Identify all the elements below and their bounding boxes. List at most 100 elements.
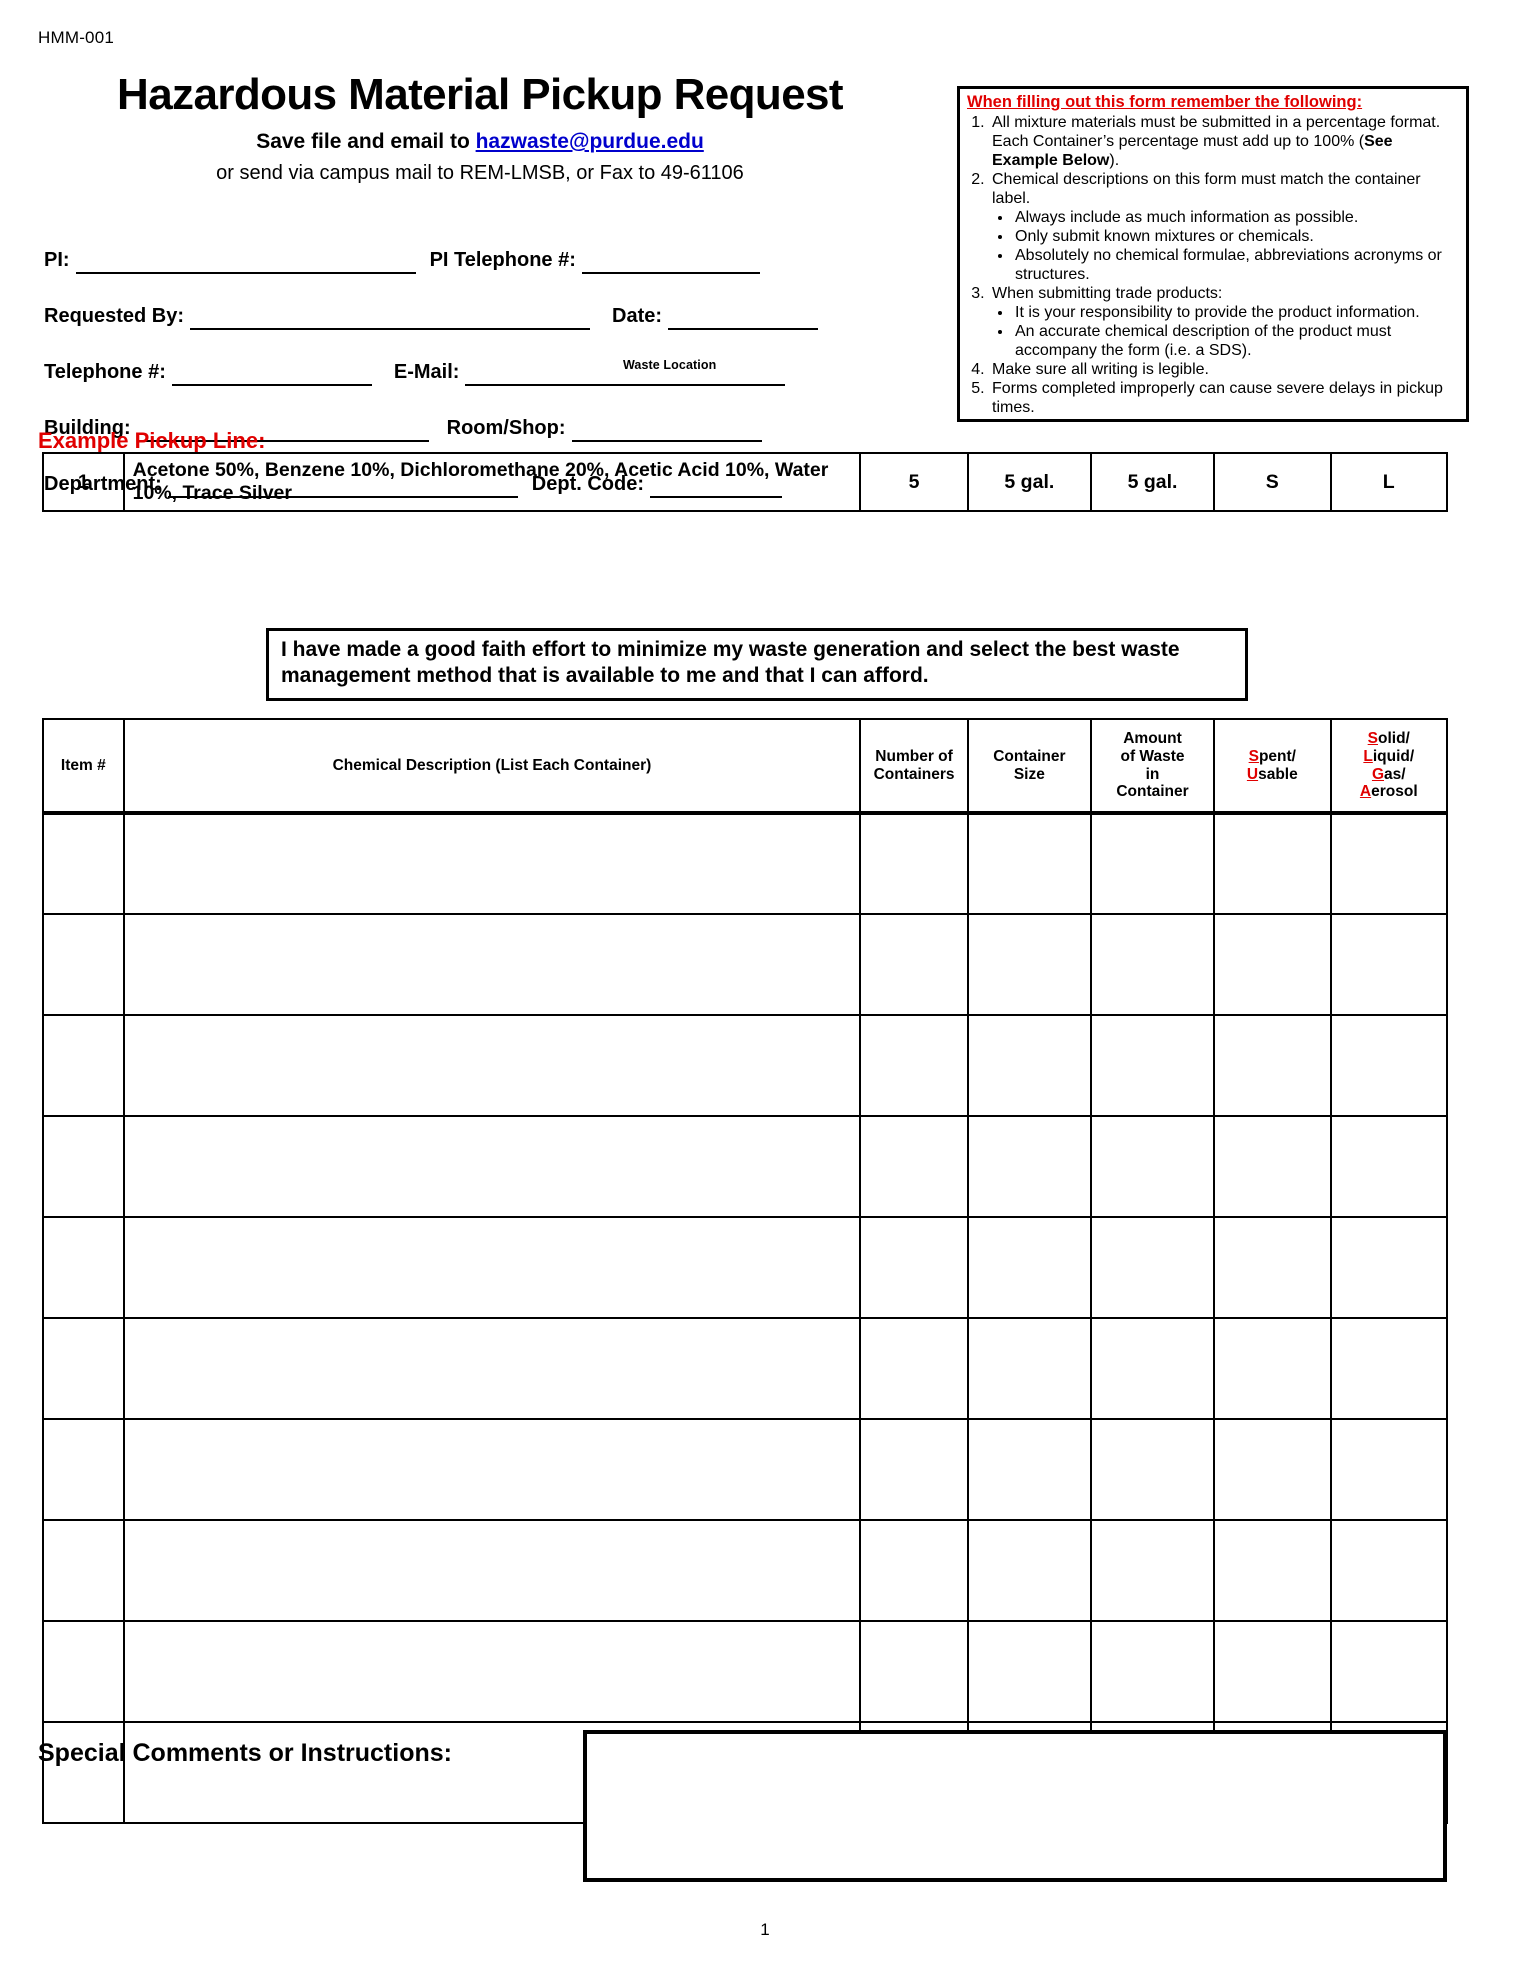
row-spent-usable[interactable] <box>1213 913 1332 1016</box>
row-amount-of-waste[interactable] <box>1089 1317 1216 1420</box>
table-row <box>42 1620 1449 1723</box>
row-container-size[interactable] <box>966 1317 1092 1420</box>
row-solid-liquid-gas-aerosol[interactable] <box>1329 1115 1449 1218</box>
row-amount-of-waste[interactable] <box>1089 1519 1216 1622</box>
row-number-of-containers[interactable] <box>859 1216 969 1319</box>
row-item-number[interactable] <box>42 1620 125 1723</box>
header-number-of-containers-line2: Containers <box>873 765 955 783</box>
row-spent-usable[interactable] <box>1213 812 1332 915</box>
header-container-size-line1: Container <box>993 747 1066 765</box>
row-spent-usable[interactable] <box>1213 1418 1332 1521</box>
row-spent-usable[interactable] <box>1213 1519 1332 1622</box>
requested-by-input[interactable] <box>190 302 591 330</box>
telephone-input[interactable] <box>171 358 372 386</box>
email-instruction-prefix: Save file and email to <box>256 130 476 154</box>
header-usable-initial: U <box>1246 765 1259 783</box>
row-amount-of-waste[interactable] <box>1089 1620 1216 1723</box>
instruction-2-bullet-2: Only submit known mixtures or chemicals. <box>1013 227 1459 246</box>
instruction-2-text: Chemical descriptions on this form must … <box>992 171 1421 208</box>
header-aerosol-initial: A <box>1359 783 1372 801</box>
row-item-number[interactable] <box>42 1721 125 1824</box>
pi-telephone-input[interactable] <box>581 246 760 274</box>
row-item-number[interactable] <box>42 1418 125 1521</box>
row-item-number[interactable] <box>42 1115 125 1218</box>
row-container-size[interactable] <box>966 913 1092 1016</box>
row-amount-of-waste[interactable] <box>1089 913 1216 1016</box>
table-row <box>42 1519 1449 1622</box>
header-container-size: Container Size <box>966 718 1092 815</box>
instruction-item-4: Make sure all writing is legible. <box>989 360 1459 379</box>
row-solid-liquid-gas-aerosol[interactable] <box>1329 1216 1449 1319</box>
row-container-size[interactable] <box>966 1216 1092 1319</box>
row-number-of-containers[interactable] <box>859 1519 969 1622</box>
pi-label: PI: <box>44 249 70 271</box>
row-number-of-containers[interactable] <box>859 1620 969 1723</box>
row-container-size[interactable] <box>966 1014 1092 1117</box>
row-number-of-containers[interactable] <box>859 1115 969 1218</box>
waste-location-note: Waste Location <box>623 358 717 372</box>
row-item-number[interactable] <box>42 1216 125 1319</box>
header-liquid-rest: iquid/ <box>1372 747 1415 765</box>
form-code: HMM-001 <box>38 28 115 47</box>
header-amount-line4: Container <box>1116 783 1189 801</box>
example-container-size: 5 gal. <box>966 452 1092 512</box>
row-spent-usable[interactable] <box>1213 1317 1332 1420</box>
row-chemical-description[interactable] <box>122 913 862 1016</box>
row-container-size[interactable] <box>966 1115 1092 1218</box>
row-chemical-description[interactable] <box>122 1115 862 1218</box>
row-chemical-description[interactable] <box>122 1317 862 1420</box>
row-chemical-description[interactable] <box>122 1014 862 1117</box>
row-solid-liquid-gas-aerosol[interactable] <box>1329 913 1449 1016</box>
header-amount-line3: in <box>1145 765 1160 783</box>
pi-input[interactable] <box>75 246 416 274</box>
row-number-of-containers[interactable] <box>859 1418 969 1521</box>
row-chemical-description[interactable] <box>122 1216 862 1319</box>
row-container-size[interactable] <box>966 812 1092 915</box>
table-row <box>42 913 1449 1016</box>
email-instruction: Save file and email to hazwaste@purdue.e… <box>20 130 940 154</box>
room-shop-input[interactable] <box>571 414 762 442</box>
example-pickup-table: 1 Acetone 50%, Benzene 10%, Dichlorometh… <box>42 452 1449 512</box>
row-solid-liquid-gas-aerosol[interactable] <box>1329 1620 1449 1723</box>
header-amount-of-waste: Amount of Waste in Container <box>1089 718 1216 815</box>
row-number-of-containers[interactable] <box>859 1014 969 1117</box>
row-amount-of-waste[interactable] <box>1089 1418 1216 1521</box>
instructions-box: When filling out this form remember the … <box>957 86 1469 422</box>
row-container-size[interactable] <box>966 1519 1092 1622</box>
instruction-item-3: When submitting trade products: It is yo… <box>989 284 1459 360</box>
row-item-number[interactable] <box>42 1317 125 1420</box>
row-solid-liquid-gas-aerosol[interactable] <box>1329 1317 1449 1420</box>
date-input[interactable] <box>668 302 819 330</box>
special-comments-label: Special Comments or Instructions: <box>38 1739 452 1767</box>
row-item-number[interactable] <box>42 812 125 915</box>
row-chemical-description[interactable] <box>122 1519 862 1622</box>
row-amount-of-waste[interactable] <box>1089 1216 1216 1319</box>
row-number-of-containers[interactable] <box>859 1317 969 1420</box>
row-item-number[interactable] <box>42 1014 125 1117</box>
row-container-size[interactable] <box>966 1620 1092 1723</box>
row-spent-usable[interactable] <box>1213 1115 1332 1218</box>
row-item-number[interactable] <box>42 913 125 1016</box>
row-item-number[interactable] <box>42 1519 125 1622</box>
row-chemical-description[interactable] <box>122 1620 862 1723</box>
example-spent-usable: S <box>1213 452 1332 512</box>
row-spent-usable[interactable] <box>1213 1014 1332 1117</box>
header-container-size-line2: Size <box>1013 765 1045 783</box>
row-spent-usable[interactable] <box>1213 1620 1332 1723</box>
row-solid-liquid-gas-aerosol[interactable] <box>1329 1519 1449 1622</box>
row-amount-of-waste[interactable] <box>1089 812 1216 915</box>
row-amount-of-waste[interactable] <box>1089 1014 1216 1117</box>
row-chemical-description[interactable] <box>122 1418 862 1521</box>
row-container-size[interactable] <box>966 1418 1092 1521</box>
row-spent-usable[interactable] <box>1213 1216 1332 1319</box>
row-number-of-containers[interactable] <box>859 913 969 1016</box>
special-comments-input[interactable] <box>583 1730 1447 1882</box>
row-chemical-description[interactable] <box>122 812 862 915</box>
row-number-of-containers[interactable] <box>859 812 969 915</box>
row-amount-of-waste[interactable] <box>1089 1115 1216 1218</box>
hazwaste-email-link[interactable]: hazwaste@purdue.edu <box>476 130 704 153</box>
row-solid-liquid-gas-aerosol[interactable] <box>1329 812 1449 915</box>
row-solid-liquid-gas-aerosol[interactable] <box>1329 1014 1449 1117</box>
room-shop-label: Room/Shop: <box>446 417 566 439</box>
row-solid-liquid-gas-aerosol[interactable] <box>1329 1418 1449 1521</box>
